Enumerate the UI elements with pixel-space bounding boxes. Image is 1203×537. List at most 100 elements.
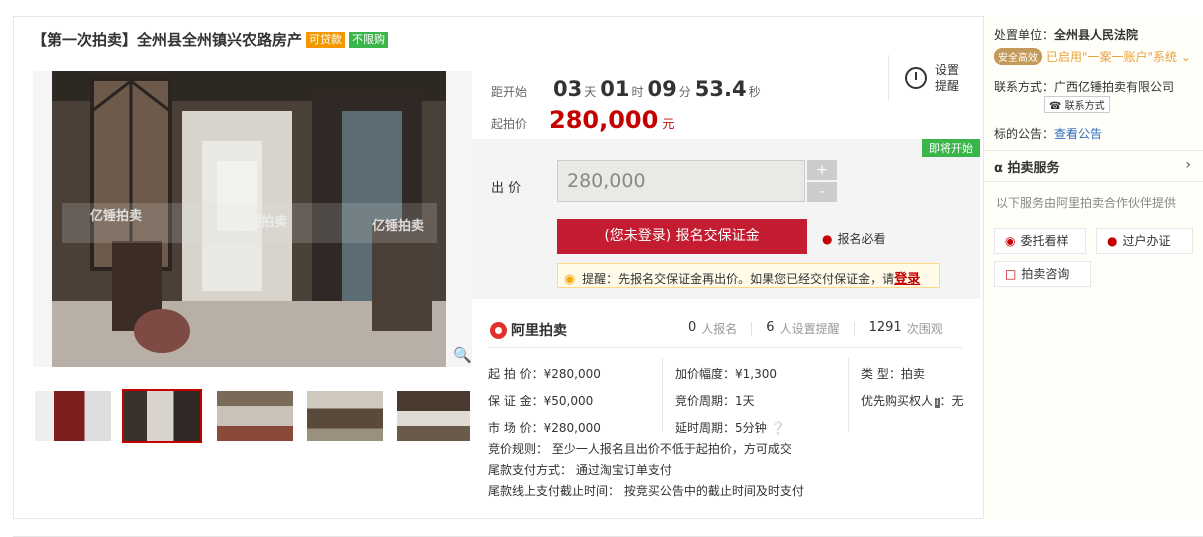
- login-tip: ◉ 提醒：先报名交保证金再出价。如果您已经交付保证金，请登录: [557, 263, 940, 288]
- hours-unit: 时: [631, 85, 644, 99]
- set-reminder-button[interactable]: 设置提醒: [888, 55, 978, 101]
- contact-phone-label: 联系方式: [1064, 101, 1105, 112]
- one-case-account-link[interactable]: 已启用"一案一账户"系统 ⌄: [1046, 48, 1191, 65]
- rule-payment-deadline: 尾款线上支付截止时间： 按竞买公告中的截止时间及时支付: [488, 484, 804, 498]
- entrust-viewing-button[interactable]: ◉ 委托看样: [994, 228, 1086, 254]
- auction-service-header[interactable]: ⍺ 拍卖服务 ›: [984, 150, 1203, 182]
- start-price-value: 280,000: [549, 106, 659, 134]
- right-sidebar: 处置单位：全州县人民法院 安全高效 已启用"一案一账户"系统 ⌄ 联系方式：广西…: [983, 16, 1203, 519]
- title-text: 【第一次拍卖】全州县全州镇兴农路房产: [32, 31, 303, 49]
- entrust-viewing-label: 委托看样: [1020, 234, 1069, 248]
- auction-rules: 竞价规则： 至少一人报名且出价不低于起拍价，方可成交 尾款支付方式： 通过淘宝订…: [488, 439, 804, 502]
- auction-info: 阿里拍卖 0 人报名 6 人设置提醒 1291 次围观 起 拍 价：¥280,0…: [472, 299, 983, 519]
- info-column-3: 类 型：拍卖 优先购买权人 i：无: [861, 361, 964, 417]
- location-pin-icon: ◉: [1005, 234, 1016, 248]
- notice-label: 标的公告：: [994, 127, 1055, 141]
- rule-payment-method: 尾款支付方式： 通过淘宝订单支付: [488, 463, 672, 477]
- ali-auction-icon: [490, 321, 507, 339]
- headset-icon: ⍺: [994, 161, 1003, 176]
- contact-info: 联系方式：广西亿锤拍卖有限公司: [994, 78, 1174, 95]
- auction-consult-label: 拍卖咨询: [1021, 267, 1070, 281]
- org-label: 处置单位：: [994, 28, 1055, 42]
- view-notice-link[interactable]: 查看公告: [1054, 127, 1102, 141]
- start-price-label: 起拍价: [491, 117, 528, 131]
- auction-stats: 0 人报名 6 人设置提醒 1291 次围观: [688, 320, 943, 337]
- transfer-button[interactable]: ● 过户办证: [1096, 228, 1193, 254]
- lightbulb-icon: ◉: [564, 272, 576, 287]
- safety-row: 安全高效 已启用"一案一账户"系统 ⌄: [994, 48, 1191, 65]
- minutes-unit: 分: [678, 85, 691, 99]
- watermark-3: 亿锤拍卖: [372, 219, 425, 234]
- info-type-label: 类 型：: [861, 367, 901, 381]
- org-value: 全州县人民法院: [1054, 28, 1139, 42]
- bid-amount-input[interactable]: 280,000: [557, 160, 805, 202]
- info-priority-value: ：无: [939, 394, 964, 408]
- set-reminder-label: 设置提醒: [935, 63, 960, 93]
- increase-button[interactable]: +: [807, 160, 837, 180]
- signup-count: 0: [688, 320, 697, 335]
- view-unit: 次围观: [906, 322, 943, 336]
- tag-no-restriction: 不限购: [349, 31, 389, 48]
- thumbnail-strip: [33, 389, 472, 443]
- tag-loan: 可贷款: [306, 31, 346, 48]
- info-increment: 加价幅度：¥1,300: [675, 367, 777, 381]
- platform-name: 阿里拍卖: [511, 323, 567, 339]
- info-delay: 延时周期：5分钟 ❔: [675, 415, 785, 442]
- watermark-2: 亿锤拍卖: [235, 215, 288, 230]
- reminder-unit: 人设置提醒: [779, 322, 840, 336]
- thumbnail-3[interactable]: [215, 389, 295, 443]
- countdown-section: 距开始 03 天 01 时 09 分 53.4 秒 起拍价 280,000 元 …: [472, 55, 983, 140]
- ali-auction-logo: 阿里拍卖: [490, 320, 567, 340]
- decrease-button[interactable]: -: [807, 182, 837, 202]
- countdown-seconds: 53.4: [694, 77, 747, 101]
- person-icon: ●: [1107, 234, 1118, 248]
- auction-consult-button[interactable]: □ 拍卖咨询: [994, 261, 1091, 287]
- safe-badge: 安全高效: [994, 48, 1042, 65]
- start-price-unit: 元: [662, 117, 675, 131]
- info-start-price: 起 拍 价：¥280,000: [488, 367, 601, 381]
- countdown-days: 03: [553, 77, 583, 101]
- service-subtitle: 以下服务由阿里拍卖合作伙伴提供: [996, 196, 1177, 210]
- transfer-label: 过户办证: [1122, 234, 1171, 248]
- bid-label: 出 价: [491, 181, 522, 196]
- contact-label: 联系方式：: [994, 80, 1055, 94]
- must-read-link[interactable]: ● 报名必看: [822, 230, 886, 247]
- tip-text: 提醒：先报名交保证金再出价。如果您已经交付保证金，请: [582, 272, 895, 286]
- chevron-right-icon: ›: [1185, 157, 1191, 173]
- info-deposit: 保 证 金：¥50,000: [488, 394, 594, 408]
- thumbnail-1[interactable]: [33, 389, 113, 443]
- coins-icon: ●: [822, 231, 833, 246]
- disposal-unit: 处置单位：全州县人民法院: [994, 26, 1138, 43]
- contact-value: 广西亿锤拍卖有限公司: [1054, 80, 1175, 94]
- info-delay-text: 延时周期：5分钟: [675, 421, 767, 435]
- info-priority-label: 优先购买权人: [861, 394, 934, 408]
- thumbnail-5[interactable]: [395, 389, 472, 443]
- seconds-unit: 秒: [748, 85, 761, 99]
- countdown-label: 距开始: [491, 85, 528, 99]
- info-market-price: 市 场 价：¥280,000: [488, 421, 601, 435]
- status-badge: 即将开始: [922, 139, 980, 157]
- countdown-minutes: 09: [647, 77, 677, 101]
- info-column-2: 加价幅度：¥1,300 竞价周期：1天 延时周期：5分钟 ❔: [675, 361, 785, 442]
- reminder-count: 6: [766, 320, 775, 335]
- bid-stepper: + -: [807, 160, 837, 204]
- signup-unit: 人报名: [701, 322, 738, 336]
- countdown: 距开始 03 天 01 时 09 分 53.4 秒: [491, 77, 765, 101]
- thumbnail-2[interactable]: [122, 389, 202, 443]
- info-column-1: 起 拍 价：¥280,000 保 证 金：¥50,000 市 场 价：¥280,…: [488, 361, 601, 442]
- login-link[interactable]: 登录: [894, 272, 920, 287]
- help-icon[interactable]: ❔: [770, 421, 785, 435]
- countdown-hours: 01: [600, 77, 630, 101]
- must-read-label: 报名必看: [837, 232, 886, 246]
- start-price: 起拍价 280,000 元: [491, 106, 674, 134]
- zoom-icon[interactable]: 🔍: [453, 346, 472, 364]
- service-title: 拍卖服务: [1007, 161, 1060, 176]
- thumbnail-4[interactable]: [305, 389, 385, 443]
- page-title: 【第一次拍卖】全州县全州镇兴农路房产 可贷款 不限购: [32, 29, 389, 50]
- view-count: 1291: [868, 320, 902, 335]
- chat-icon: □: [1005, 267, 1017, 281]
- contact-phone-button[interactable]: ☎ 联系方式: [1044, 96, 1110, 113]
- info-type-value: 拍卖: [900, 367, 925, 381]
- alarm-clock-icon: [905, 67, 927, 89]
- signup-deposit-button[interactable]: (您未登录) 报名交保证金: [557, 219, 807, 254]
